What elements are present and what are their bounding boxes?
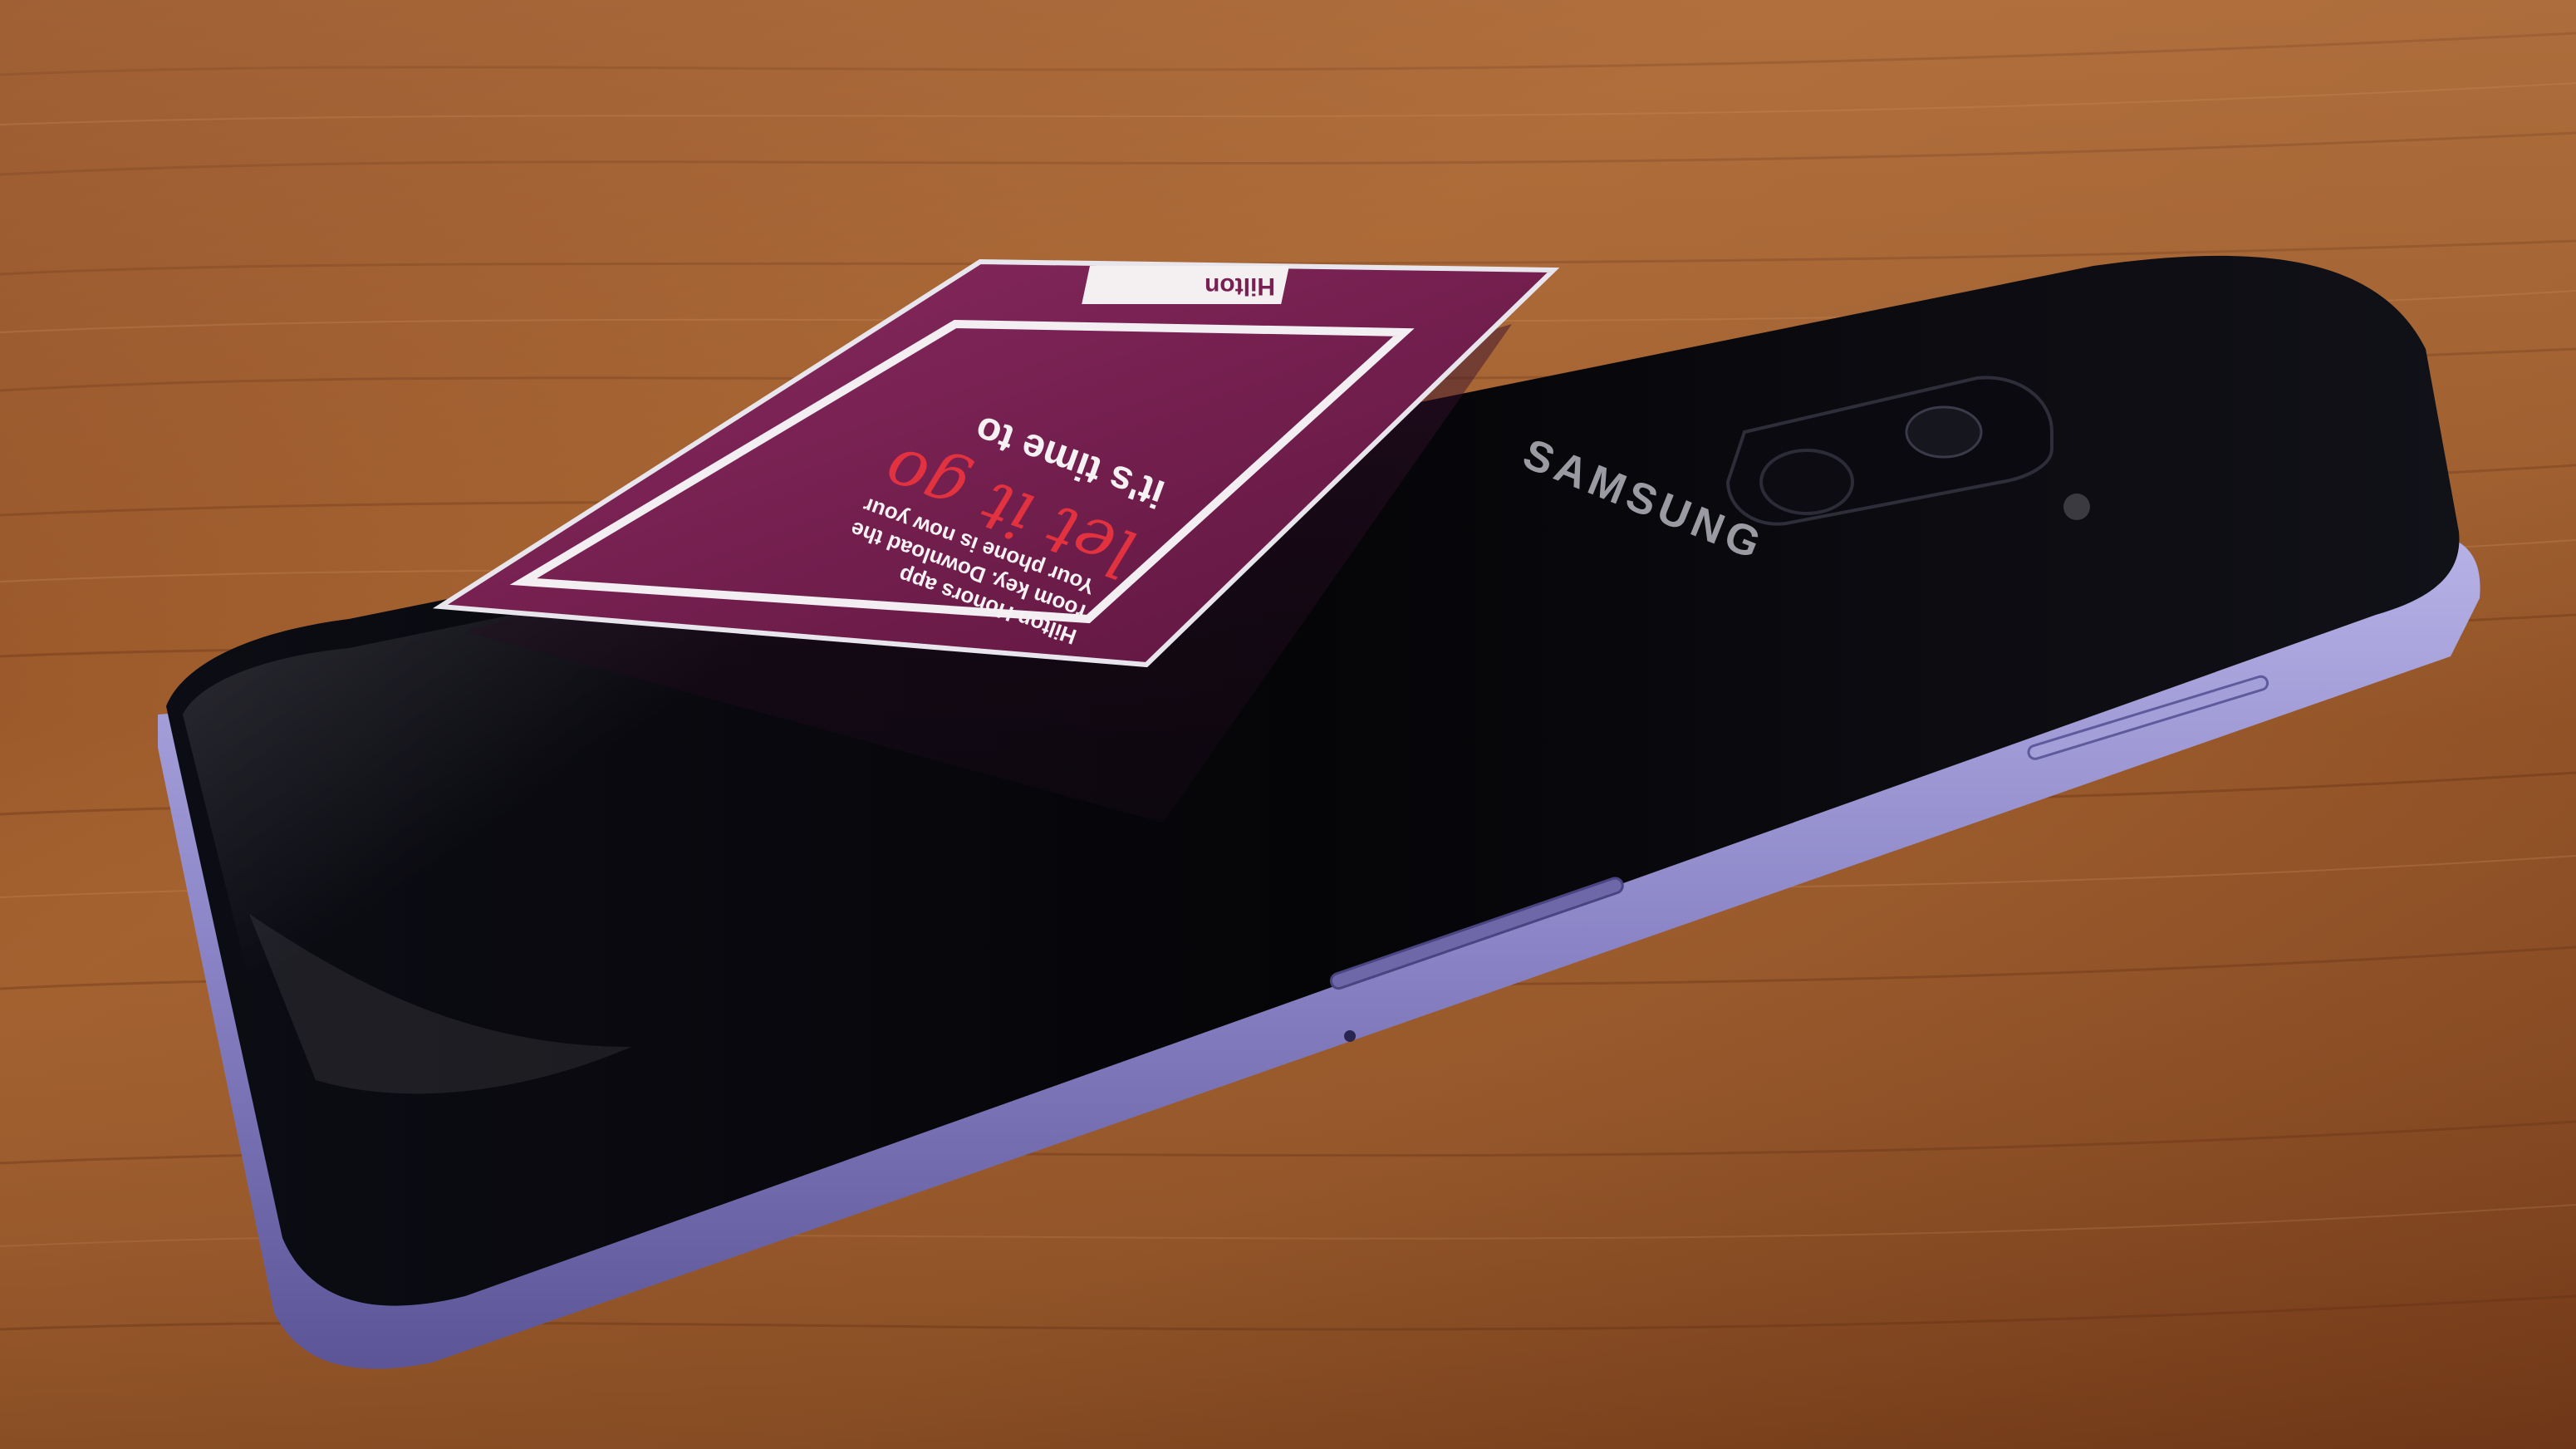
sim-eject-hole — [1344, 1030, 1356, 1042]
card-logo: Hilton — [1205, 273, 1275, 300]
photo-scene: SAMSUNG Hilton it's time to let it go Yo… — [0, 0, 2576, 1449]
fingerprint-sensor-icon — [1759, 449, 1854, 515]
flash-icon — [2063, 494, 2090, 520]
camera-lens-icon — [1905, 405, 1983, 459]
